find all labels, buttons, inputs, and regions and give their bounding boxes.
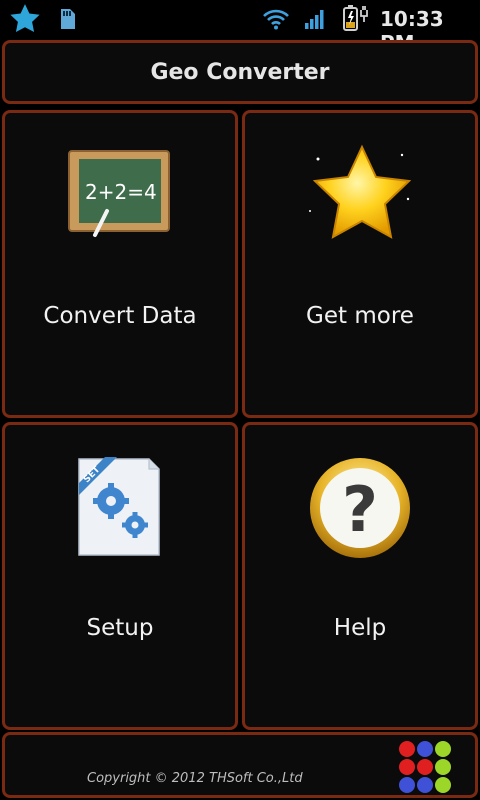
- copyright-text: Copyright © 2012 THSoft Co.,Ltd: [87, 771, 303, 786]
- logo-dot: [399, 741, 415, 757]
- status-bar: 10:33 PM: [0, 0, 480, 55]
- logo-dot: [435, 759, 451, 775]
- settings-gears-icon: SET: [65, 453, 175, 567]
- star-icon: [300, 141, 420, 255]
- logo-dot: [435, 741, 451, 757]
- svg-text:2+2=4: 2+2=4: [85, 180, 157, 204]
- help-button[interactable]: ? Help: [242, 422, 478, 730]
- convert-data-label: Convert Data: [43, 303, 197, 329]
- get-more-label: Get more: [306, 303, 414, 329]
- logo-dot: [399, 777, 415, 793]
- get-more-button[interactable]: Get more: [242, 110, 478, 418]
- help-label: Help: [333, 615, 387, 641]
- battery-charging-icon: [342, 4, 370, 36]
- thsoft-logo: [399, 741, 453, 795]
- setup-label: Setup: [86, 615, 154, 641]
- logo-dot: [435, 777, 451, 793]
- chalkboard-icon: 2+2=4: [65, 141, 175, 245]
- help-question-icon: ?: [305, 453, 415, 567]
- sd-card-icon: [58, 8, 76, 34]
- title-bar: Geo Converter: [2, 40, 478, 104]
- svg-text:?: ?: [342, 473, 378, 546]
- convert-data-button[interactable]: 2+2=4 Convert Data: [2, 110, 238, 418]
- star-icon: [8, 2, 42, 40]
- footer: Copyright © 2012 THSoft Co.,Ltd: [2, 732, 478, 798]
- setup-button[interactable]: SET Setup: [2, 422, 238, 730]
- app-title: Geo Converter: [150, 59, 330, 85]
- wifi-icon: [262, 8, 290, 34]
- logo-dot: [417, 777, 433, 793]
- logo-dot: [399, 759, 415, 775]
- logo-dot: [417, 759, 433, 775]
- signal-icon: [304, 8, 326, 34]
- logo-dot: [417, 741, 433, 757]
